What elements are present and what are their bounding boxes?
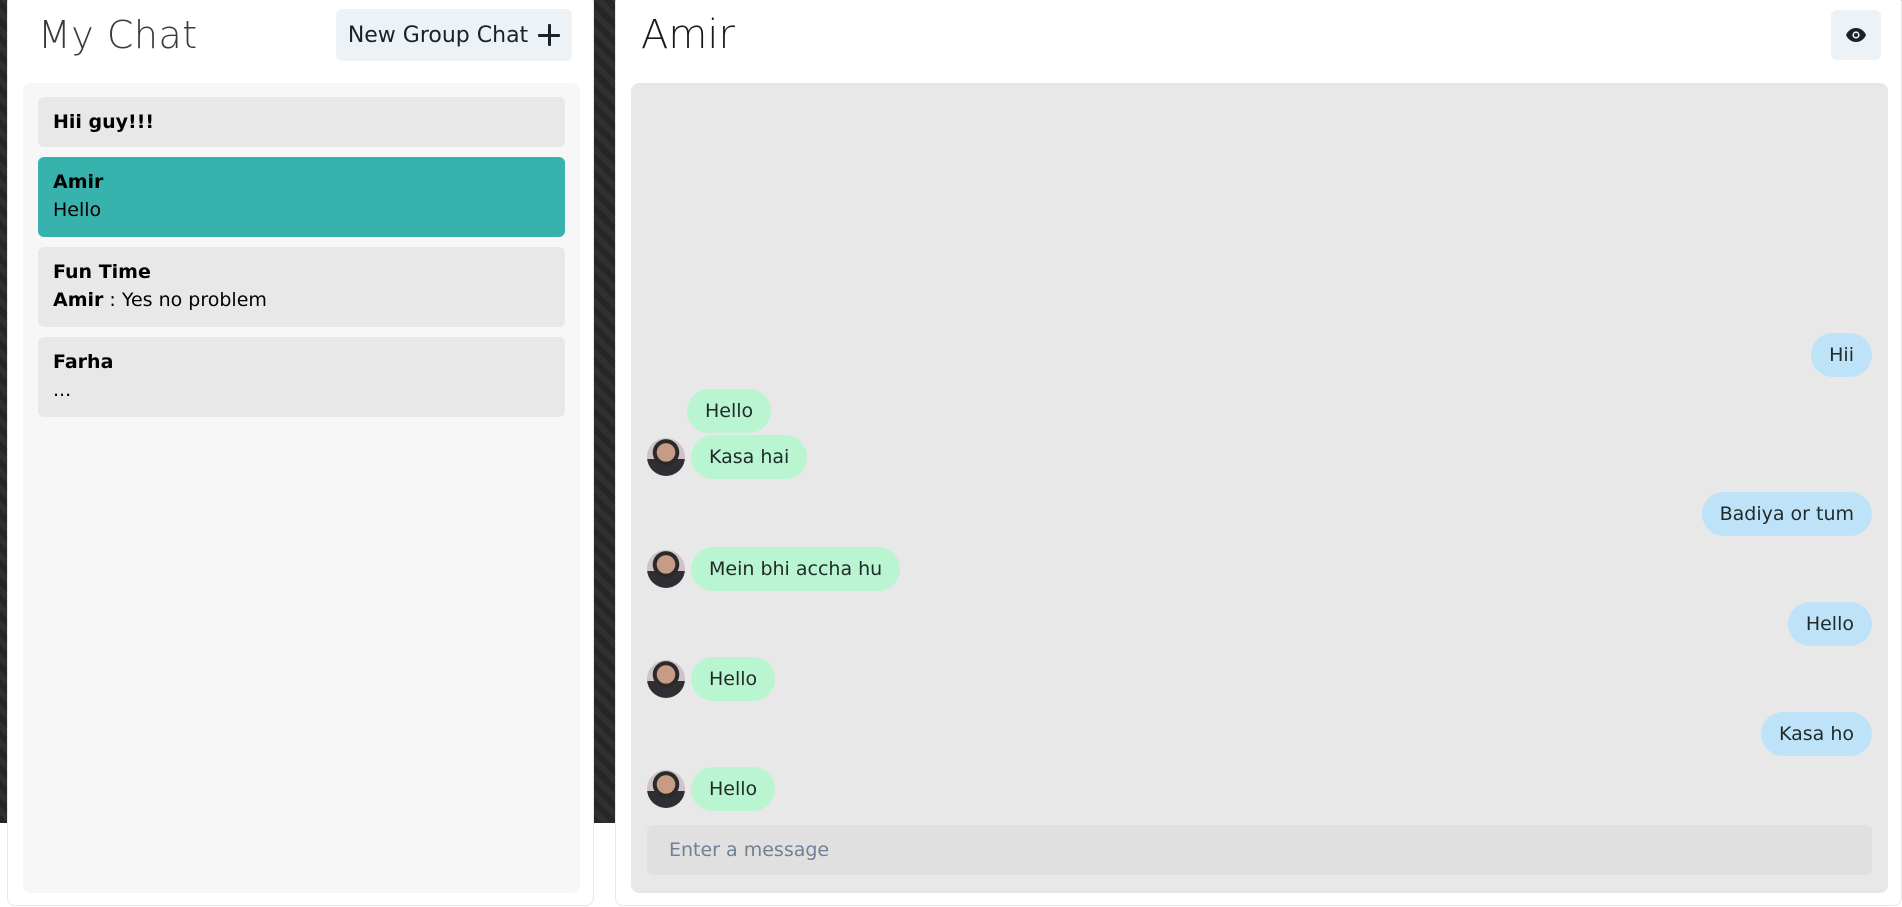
message-bubble-sent: Hii	[1811, 333, 1872, 377]
chat-preview-sender: Amir	[53, 289, 104, 311]
message-bubble-received: Hello	[691, 657, 776, 701]
message-row: Hello	[631, 602, 1888, 648]
chat-list-header: My Chat New Group Chat	[38, 9, 572, 61]
chat-item-amir[interactable]: Amir Hello	[38, 157, 565, 237]
message-bubble-received: Hello	[691, 767, 776, 811]
message-input[interactable]	[647, 825, 1872, 875]
conversation-panel: Amir Hii Hello Kasa hai Badiya or tum Me…	[615, 0, 1902, 906]
avatar[interactable]	[647, 438, 685, 476]
messages-area: Hii Hello Kasa hai Badiya or tum Mein bh…	[631, 83, 1888, 893]
new-group-chat-label: New Group Chat	[347, 22, 529, 48]
message-row: Badiya or tum	[631, 492, 1888, 538]
chat-list: Hii guy!!! Amir Hello Fun Time Amir : Ye…	[23, 83, 580, 893]
message-row: Hello	[631, 657, 1888, 703]
chat-item-farha[interactable]: Farha ...	[38, 337, 565, 417]
chat-name: Fun Time	[53, 261, 151, 283]
avatar[interactable]	[647, 660, 685, 698]
message-bubble-sent: Hello	[1787, 602, 1872, 646]
message-bubble-sent: Badiya or tum	[1701, 492, 1872, 536]
message-row: Kasa hai	[631, 435, 1888, 481]
message-row: Hello	[631, 389, 1888, 435]
chat-item-fun-time[interactable]: Fun Time Amir : Yes no problem	[38, 247, 565, 327]
chat-list-panel: My Chat New Group Chat Hii guy!!! Amir H…	[7, 0, 594, 906]
chat-preview-text: : Yes no problem	[103, 289, 267, 311]
chat-name: Hii guy!!!	[53, 111, 155, 133]
message-bubble-received: Hello	[687, 389, 772, 433]
avatar[interactable]	[647, 550, 685, 588]
conversation-title: Amir	[641, 12, 735, 58]
plus-icon	[538, 24, 561, 46]
chat-preview: Hello	[53, 199, 102, 221]
chat-item-hii-guy[interactable]: Hii guy!!!	[38, 97, 565, 147]
message-row: Mein bhi accha hu	[631, 547, 1888, 593]
avatar[interactable]	[647, 770, 685, 808]
chat-name: Farha	[53, 351, 114, 373]
view-profile-button[interactable]	[1831, 10, 1881, 60]
chat-preview: Amir : Yes no problem	[53, 285, 550, 315]
message-bubble-received: Mein bhi accha hu	[691, 547, 901, 591]
message-row: Hello	[631, 767, 1888, 813]
chat-list-title: My Chat	[38, 13, 198, 57]
chat-name: Amir	[53, 171, 104, 193]
new-group-chat-button[interactable]: New Group Chat	[336, 9, 572, 61]
chat-preview: ...	[53, 379, 72, 401]
message-bubble-sent: Kasa ho	[1760, 712, 1872, 756]
message-row: Hii	[631, 333, 1888, 379]
message-bubble-received: Kasa hai	[691, 435, 808, 479]
message-row: Kasa ho	[631, 712, 1888, 758]
eye-icon	[1846, 28, 1866, 42]
conversation-header: Amir	[641, 9, 1881, 61]
